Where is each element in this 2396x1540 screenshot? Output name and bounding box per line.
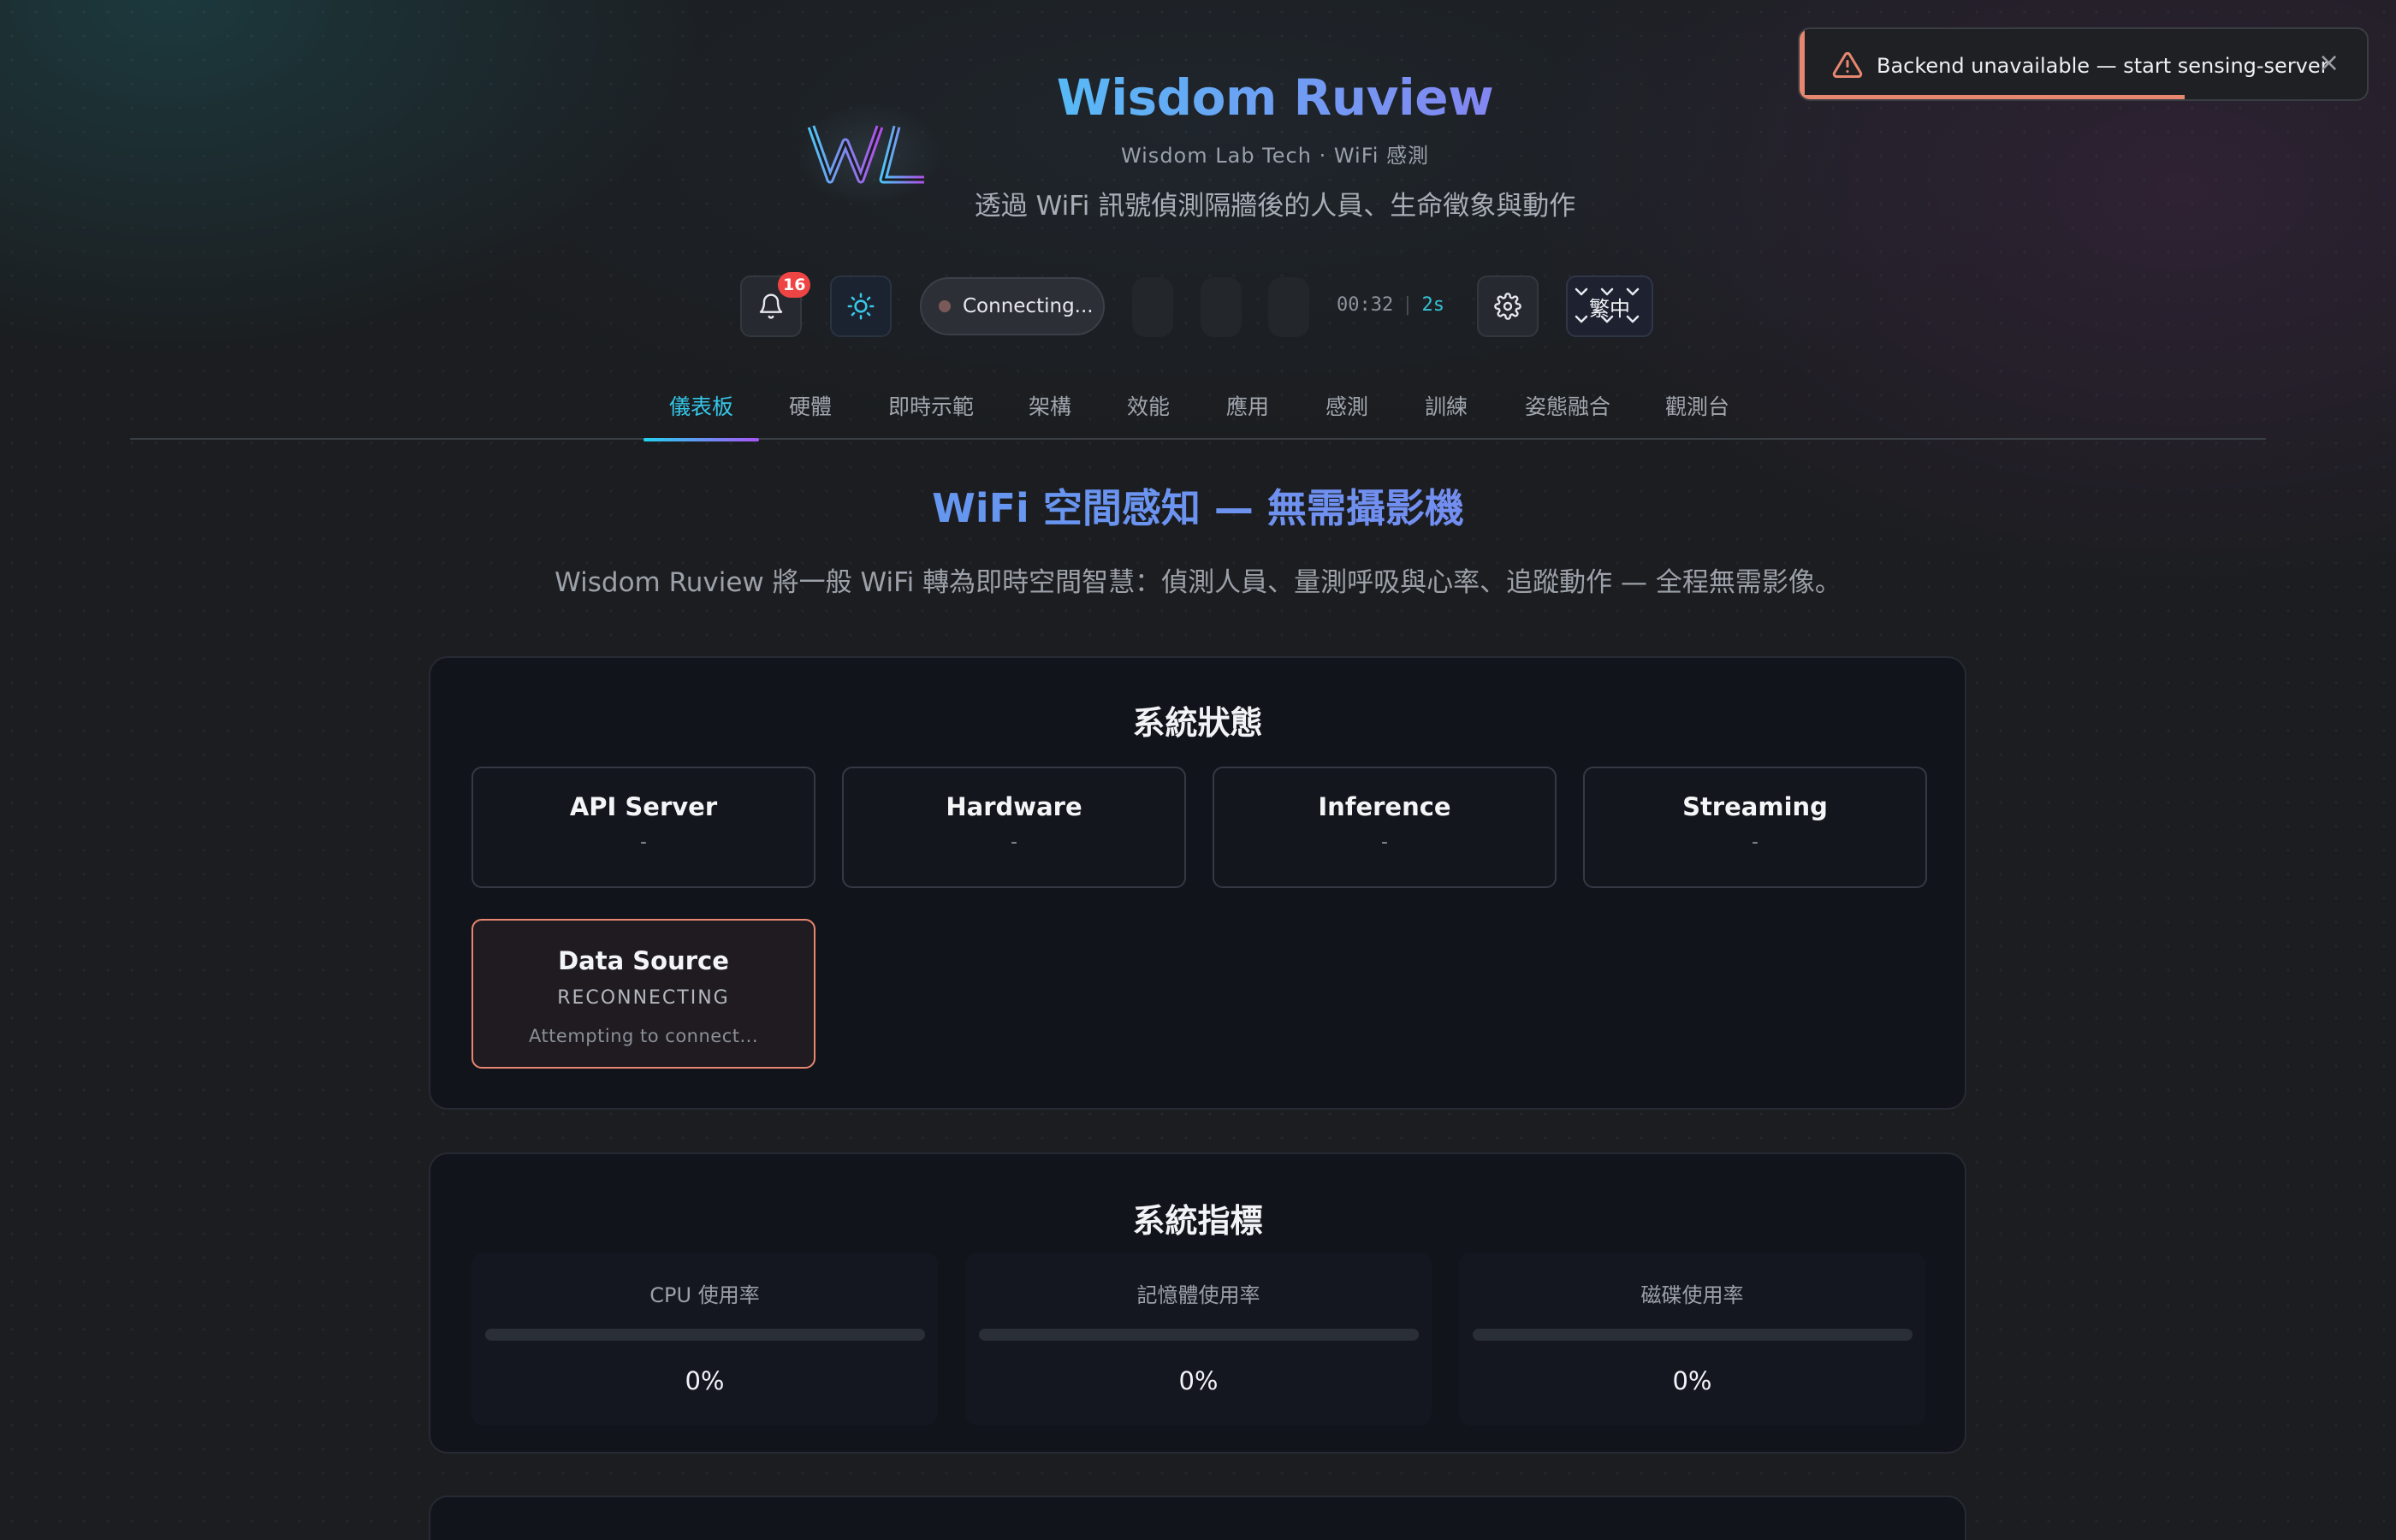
status-pill-placeholder	[1132, 277, 1173, 337]
status-card-name: Streaming	[1682, 792, 1828, 821]
metric-value: 0%	[1178, 1366, 1219, 1395]
close-icon[interactable]: ×	[2318, 48, 2340, 78]
metric-progress-track	[484, 1329, 925, 1341]
metric-value: 0%	[1672, 1366, 1712, 1395]
timer-value: 00:32	[1337, 294, 1394, 316]
metric-progress-track	[1472, 1329, 1913, 1341]
timer-separator: |	[1402, 294, 1414, 316]
toolbar: 16 Connecting... 00:32 | 2s 繁中	[0, 272, 2396, 341]
status-card-name: Inference	[1318, 792, 1451, 821]
toast-progress-bar	[1805, 95, 2185, 99]
system-metrics-title: 系統指標	[1132, 1202, 1263, 1240]
gear-icon	[1494, 293, 1521, 320]
session-timer: 00:32 | 2s	[1337, 294, 1444, 316]
tab-performance[interactable]: 效能	[1127, 390, 1170, 440]
status-card-value: -	[1011, 832, 1017, 853]
tab-applications[interactable]: 應用	[1226, 390, 1269, 440]
tab-live-demo[interactable]: 即時示範	[888, 390, 974, 440]
tab-architecture[interactable]: 架構	[1029, 390, 1071, 440]
hero-title: WiFi 空間感知 — 無需攝影機	[0, 477, 2396, 534]
warning-icon	[1832, 51, 1863, 78]
status-card-value: -	[1752, 832, 1758, 853]
status-card-value: -	[1381, 832, 1388, 853]
status-card-name: API Server	[569, 792, 718, 821]
status-card-api-server: API Server -	[471, 767, 815, 888]
main-tabs: 儀表板 硬體 即時示範 架構 效能 應用 感測 訓練 姿態融合 觀測台	[130, 376, 2266, 441]
data-source-state: RECONNECTING	[557, 987, 730, 1009]
tab-observatory[interactable]: 觀測台	[1665, 390, 1729, 440]
status-card-data-source: Data Source RECONNECTING Attempting to c…	[471, 919, 815, 1069]
status-pill-placeholder	[1201, 277, 1242, 337]
status-card-name: Hardware	[946, 792, 1082, 821]
metric-cpu: CPU 使用率 0%	[471, 1253, 938, 1425]
toast-message: Backend unavailable — start sensing-serv…	[1877, 54, 2329, 78]
error-toast: Backend unavailable — start sensing-serv…	[1798, 27, 2369, 101]
metric-label: 磁碟使用率	[1640, 1283, 1744, 1307]
notifications-button[interactable]: 16	[740, 272, 811, 337]
tab-sensing[interactable]: 感測	[1326, 390, 1368, 440]
metric-memory: 記憶體使用率 0%	[965, 1253, 1432, 1425]
tab-pose-fusion[interactable]: 姿態融合	[1525, 390, 1610, 440]
metric-label: 記憶體使用率	[1136, 1283, 1260, 1307]
tab-hardware[interactable]: 硬體	[789, 390, 832, 440]
connection-status-label: Connecting...	[963, 295, 1094, 317]
refresh-interval: 2s	[1421, 294, 1444, 316]
data-source-detail: Attempting to connect...	[528, 1026, 759, 1046]
sun-icon	[847, 293, 875, 320]
tab-dashboard[interactable]: 儀表板	[643, 390, 760, 441]
system-status-title: 系統狀態	[1132, 704, 1263, 742]
status-card-streaming: Streaming -	[1583, 767, 1927, 888]
metric-progress-track	[978, 1329, 1419, 1341]
status-card-inference: Inference -	[1213, 767, 1557, 888]
hero-description: Wisdom Ruview 將一般 WiFi 轉為即時空間智慧：偵測人員、量測呼…	[555, 567, 1841, 598]
connection-indicator-dot	[939, 300, 951, 312]
status-card-value: -	[640, 832, 647, 853]
app-tagline: 透過 WiFi 訊號偵測隔牆後的人員、生命徵象與動作	[974, 191, 1576, 222]
bell-icon	[759, 293, 783, 319]
theme-toggle-button[interactable]	[830, 275, 892, 337]
metric-disk: 磁碟使用率 0%	[1459, 1253, 1925, 1425]
language-label: 繁中	[1589, 296, 1630, 321]
next-panel	[429, 1496, 1966, 1540]
tab-training[interactable]: 訓練	[1425, 390, 1468, 440]
connection-status: Connecting...	[920, 277, 1105, 335]
status-pill-placeholder	[1268, 277, 1309, 337]
system-status-panel: 系統狀態 API Server - Hardware - Inference -…	[429, 656, 1966, 1110]
status-card-name: Data Source	[558, 946, 729, 975]
app-title: Wisdom Ruview	[976, 68, 1575, 127]
notification-badge: 16	[778, 272, 811, 298]
metric-value: 0%	[685, 1366, 725, 1395]
status-card-hardware: Hardware -	[842, 767, 1186, 888]
system-metrics-panel: 系統指標 CPU 使用率 0% 記憶體使用率 0% 磁碟使用率 0%	[429, 1152, 1966, 1454]
app-subtitle: Wisdom Lab Tech · WiFi 感測	[1120, 144, 1430, 168]
settings-button[interactable]	[1477, 275, 1539, 337]
metric-label: CPU 使用率	[649, 1283, 760, 1307]
language-select[interactable]: 繁中	[1566, 275, 1653, 337]
